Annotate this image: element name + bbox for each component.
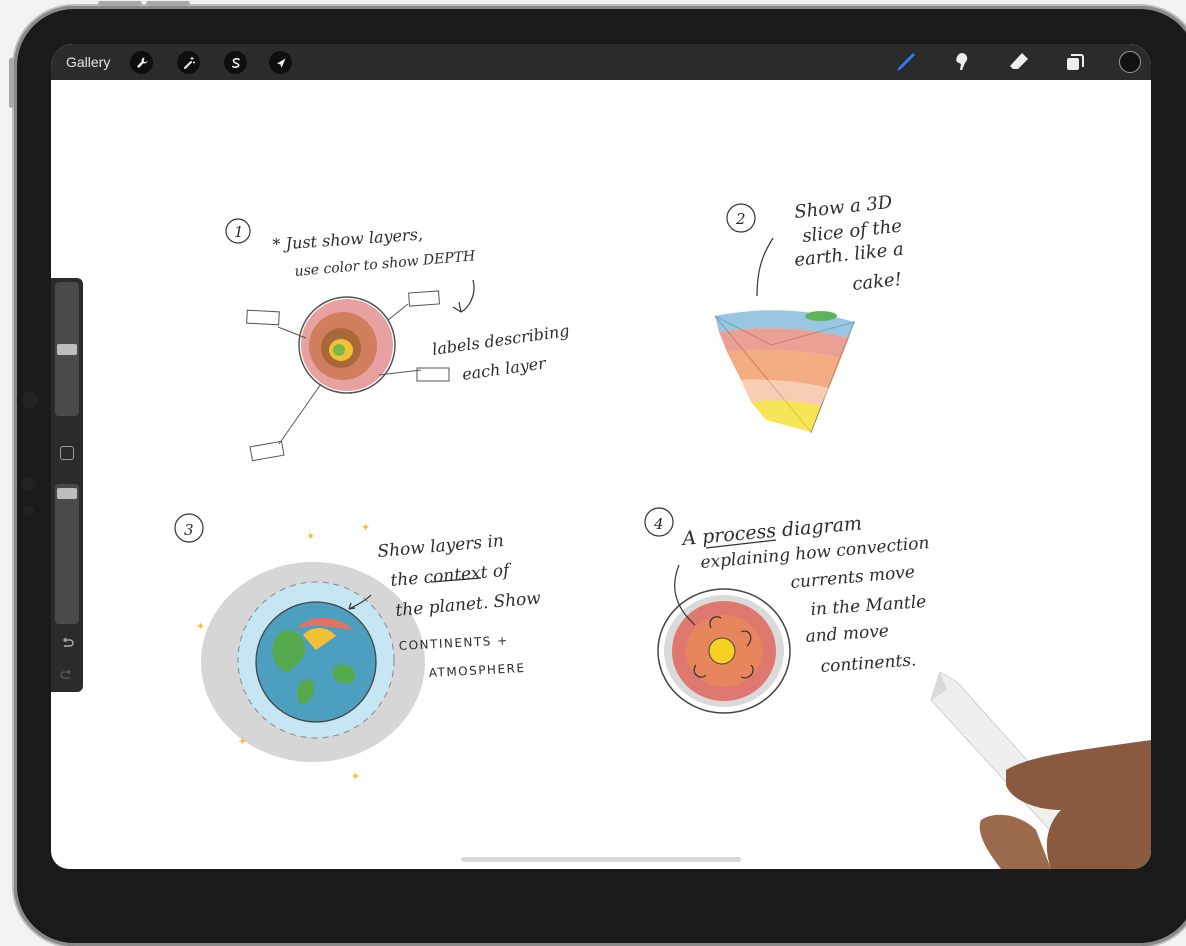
svg-text:✦: ✦ <box>238 736 247 748</box>
adjustments-button[interactable] <box>177 51 200 74</box>
modify-button[interactable] <box>60 446 74 460</box>
svg-text:✦: ✦ <box>306 531 315 543</box>
idea-number: 1 <box>234 223 244 241</box>
actions-button[interactable] <box>130 51 153 74</box>
note-text: * Just show layers, <box>272 225 424 254</box>
magic-wand-icon <box>183 56 195 69</box>
color-picker[interactable] <box>1119 51 1141 73</box>
home-indicator <box>461 857 741 862</box>
gallery-button[interactable]: Gallery <box>66 54 110 70</box>
redo-button[interactable] <box>60 668 74 682</box>
eraser-icon <box>1010 53 1028 69</box>
note-text: ATMOSPHERE <box>428 661 525 680</box>
erase-button[interactable] <box>1007 50 1031 74</box>
redo-icon <box>60 669 71 679</box>
camera <box>22 392 38 408</box>
note-text: the planet. Show <box>395 588 542 621</box>
note-text: currents move <box>790 562 916 593</box>
volume-button <box>146 1 190 6</box>
note-text: Show layers in <box>377 531 505 562</box>
note-text: use color to show DEPTH <box>294 248 477 280</box>
sidebar <box>51 278 83 692</box>
idea-3: 3 ✦ ✦ ✦ ✦ ✦ Show layers in the context o… <box>174 513 542 783</box>
brush-icon <box>897 53 915 71</box>
side-button <box>9 58 14 108</box>
svg-text:✦: ✦ <box>351 771 360 783</box>
brush-size-slider[interactable] <box>55 282 79 416</box>
top-toolbar: Gallery <box>51 44 1151 80</box>
arrow-mark <box>452 279 475 313</box>
idea-number: 3 <box>184 521 194 539</box>
smudge-button[interactable] <box>950 50 974 74</box>
idea-number: 4 <box>653 515 664 533</box>
selection-s-icon <box>231 57 240 68</box>
smudge-icon <box>956 53 968 70</box>
wrench-icon <box>136 57 147 68</box>
layers-button[interactable] <box>1063 50 1087 74</box>
sketch-canvas[interactable]: 1 * Just show layers, use color to show … <box>51 80 1151 869</box>
sensor <box>24 506 34 516</box>
note-text: labels describing <box>431 321 571 359</box>
undo-button[interactable] <box>60 636 74 650</box>
selection-button[interactable] <box>224 51 247 74</box>
idea-number: 2 <box>735 210 746 228</box>
idea-2: 2 Show a 3D slice of the earth. like a c… <box>714 192 905 433</box>
note-text: each layer <box>461 353 548 384</box>
note-text: and move <box>805 621 890 647</box>
note-text: continents. <box>820 650 917 677</box>
transform-button[interactable] <box>269 51 292 74</box>
opacity-thumb[interactable] <box>57 488 77 499</box>
note-text: in the Mantle <box>810 592 927 620</box>
paint-button[interactable] <box>893 50 917 74</box>
note-text: cake! <box>851 269 903 295</box>
svg-text:✦: ✦ <box>361 522 370 534</box>
volume-button <box>98 1 142 6</box>
undo-icon <box>63 637 74 647</box>
idea-4: 4 A process diagram explaining how conve… <box>644 507 930 714</box>
svg-text:✦: ✦ <box>196 621 205 633</box>
opacity-slider[interactable] <box>55 484 79 624</box>
layers-icon <box>1067 54 1084 70</box>
note-text: the context of <box>390 560 513 591</box>
sensor <box>22 477 36 491</box>
canvas-screen: Gallery 1 * Just show layers, use color … <box>51 44 1151 869</box>
arrow-cursor-icon <box>276 58 285 68</box>
brush-size-thumb[interactable] <box>57 344 77 355</box>
idea-1: 1 * Just show layers, use color to show … <box>225 218 571 462</box>
